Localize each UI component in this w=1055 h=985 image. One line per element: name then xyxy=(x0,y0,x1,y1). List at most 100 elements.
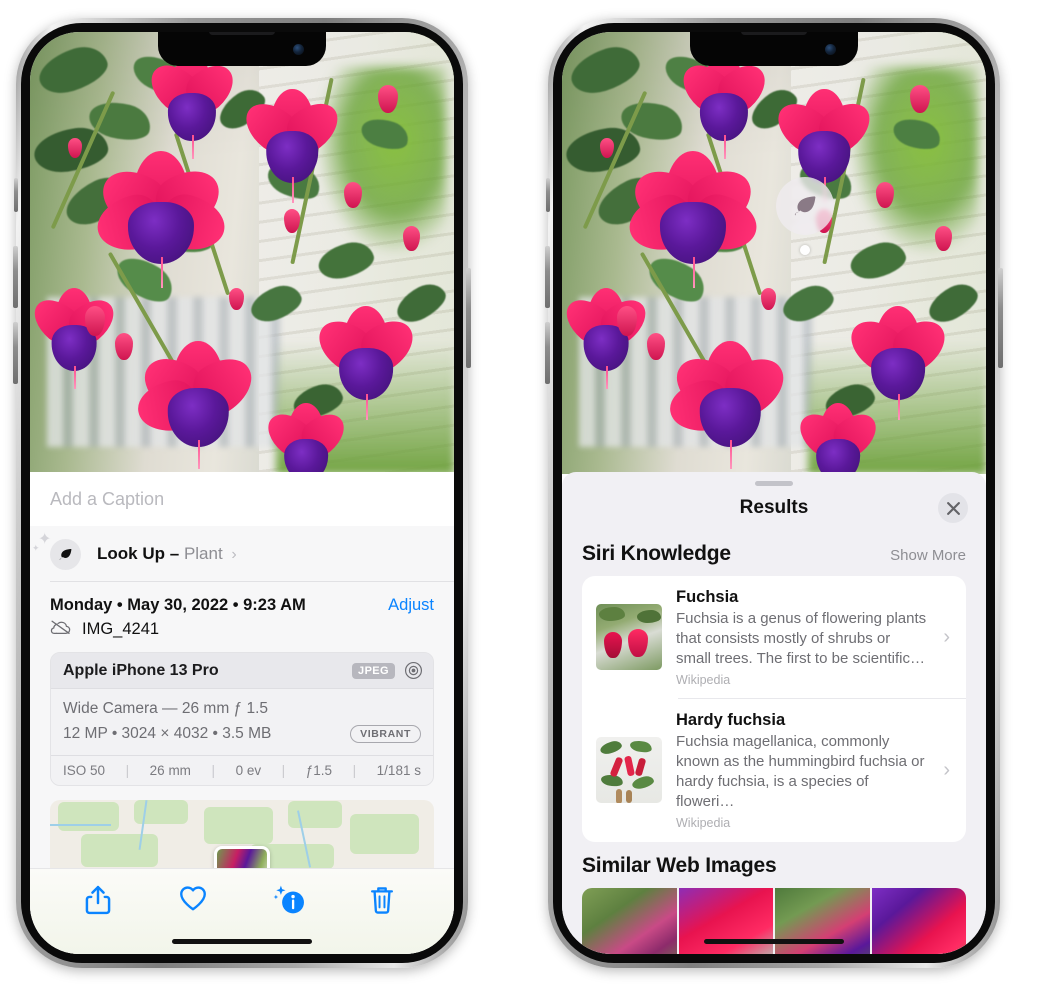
home-indicator[interactable] xyxy=(704,939,844,944)
knowledge-description: Fuchsia magellanica, commonly known as t… xyxy=(676,732,925,810)
results-sheet: Results Siri Knowledge Show More Fuchsia… xyxy=(562,472,986,954)
exif-aperture: ƒ1.5 xyxy=(305,762,333,778)
web-image-4[interactable] xyxy=(871,887,966,954)
look-up-title: Look Up xyxy=(97,544,165,563)
knowledge-source: Wikipedia xyxy=(676,672,731,687)
photo-fuchsia-flower xyxy=(91,151,231,289)
map-region xyxy=(349,813,419,855)
chevron-right-icon: › xyxy=(943,758,950,781)
trash-icon[interactable] xyxy=(368,884,402,918)
exif-focal-length: 26 mm xyxy=(149,762,191,778)
knowledge-item[interactable]: Fuchsia Fuchsia is a genus of flowering … xyxy=(582,576,966,699)
exif-divider: | xyxy=(281,762,286,778)
siri-knowledge-header: Siri Knowledge Show More xyxy=(562,530,986,576)
exif-iso: ISO 50 xyxy=(63,762,106,778)
exif-body: Wide Camera — 26 mm ƒ 1.5 12 MP • 3024 ×… xyxy=(51,689,433,755)
share-icon[interactable] xyxy=(83,884,117,918)
map-region xyxy=(80,834,158,868)
web-image-1[interactable] xyxy=(582,887,677,954)
knowledge-thumbnail xyxy=(596,604,662,671)
photo-fuchsia-flower xyxy=(666,341,795,470)
close-icon[interactable] xyxy=(938,493,968,523)
phone-right-screen: Results Siri Knowledge Show More Fuchsia… xyxy=(562,32,986,954)
knowledge-title: Hardy fuchsia xyxy=(676,710,786,729)
power-button[interactable] xyxy=(998,268,1003,368)
cloud-slash-icon xyxy=(50,619,72,640)
photo-fuchsia-flower xyxy=(134,341,263,470)
exif-shutter-speed: 1/181 s xyxy=(376,762,421,778)
home-indicator[interactable] xyxy=(172,939,312,944)
info-sparkle-icon[interactable] xyxy=(273,884,307,918)
date-row: Monday • May 30, 2022 • 9:23 AM Adjust xyxy=(30,582,454,619)
knowledge-body: Hardy fuchsia Fuchsia magellanica, commo… xyxy=(676,711,929,830)
photo-fuchsia-flower xyxy=(623,151,763,289)
caption-field[interactable]: Add a Caption xyxy=(30,472,454,526)
heart-icon[interactable] xyxy=(178,884,212,918)
earpiece-speaker-icon xyxy=(741,32,807,35)
photo-fuchsia-flower xyxy=(30,288,123,389)
show-more-button[interactable]: Show More xyxy=(890,547,966,564)
similar-web-images-strip[interactable] xyxy=(582,887,966,954)
photo-fuchsia-flower xyxy=(309,306,423,421)
knowledge-body: Fuchsia Fuchsia is a genus of flowering … xyxy=(676,588,929,687)
pin-anchor-dot xyxy=(800,245,810,255)
visual-look-up-pin[interactable] xyxy=(776,177,834,255)
sheet-header: Results xyxy=(562,486,986,530)
exif-stats-row: ISO 50 | 26 mm | 0 ev | ƒ1.5 | 1/181 s xyxy=(51,754,433,785)
caption-placeholder: Add a Caption xyxy=(50,488,165,509)
volume-down-button[interactable] xyxy=(13,322,18,384)
knowledge-item[interactable]: Hardy fuchsia Fuchsia magellanica, commo… xyxy=(582,699,966,842)
exif-divider: | xyxy=(352,762,357,778)
image-size-info: 12 MP • 3024 × 4032 • 3.5 MB xyxy=(63,724,272,742)
look-up-separator: – xyxy=(169,544,180,563)
volume-up-button[interactable] xyxy=(13,246,18,308)
photo-viewer[interactable] xyxy=(30,32,454,474)
aperture-icon xyxy=(404,661,423,680)
screenshot-stage: Add a Caption ✦ ✦ Look Up – Plant › Mond… xyxy=(0,0,1055,985)
front-camera-icon xyxy=(293,44,304,55)
knowledge-thumbnail xyxy=(596,737,662,804)
exif-divider: | xyxy=(125,762,130,778)
sparkle-icon: ✦ xyxy=(38,530,52,548)
look-up-row[interactable]: ✦ ✦ Look Up – Plant › xyxy=(30,526,454,582)
volume-up-button[interactable] xyxy=(545,246,550,308)
exif-exposure-value: 0 ev xyxy=(235,762,262,778)
section-title: Siri Knowledge xyxy=(582,542,731,565)
notch xyxy=(158,32,326,66)
earpiece-speaker-icon xyxy=(209,32,275,35)
mute-switch[interactable] xyxy=(14,178,18,212)
lens-info: Wide Camera — 26 mm ƒ 1.5 xyxy=(63,700,269,717)
phone-left-screen: Add a Caption ✦ ✦ Look Up – Plant › Mond… xyxy=(30,32,454,954)
photo-info-panel: Add a Caption ✦ ✦ Look Up – Plant › Mond… xyxy=(30,472,454,954)
photo-fuchsia-flower xyxy=(792,403,885,474)
photo-fuchsia-flower xyxy=(141,54,242,159)
map-region xyxy=(57,802,120,832)
front-camera-icon xyxy=(825,44,836,55)
leaf-icon: ✦ ✦ xyxy=(32,531,81,570)
photo-fuchsia-flower xyxy=(562,288,655,389)
siri-knowledge-card: Fuchsia Fuchsia is a genus of flowering … xyxy=(582,576,966,842)
power-button[interactable] xyxy=(466,268,471,368)
file-name: IMG_4241 xyxy=(82,620,160,638)
exif-card[interactable]: Apple iPhone 13 Pro JPEG Wide Camera — 2… xyxy=(50,652,434,786)
volume-down-button[interactable] xyxy=(545,322,550,384)
web-image-2[interactable] xyxy=(678,887,773,954)
web-image-3[interactable] xyxy=(775,887,870,954)
photographic-style-badge: VIBRANT xyxy=(350,725,421,744)
notch xyxy=(690,32,858,66)
photo-viewer[interactable] xyxy=(562,32,986,474)
photo-bud xyxy=(114,332,133,360)
sparkle-icon: ✦ xyxy=(32,542,40,553)
map-region xyxy=(203,806,273,845)
photo-fuchsia-flower xyxy=(236,89,348,204)
file-row: IMG_4241 xyxy=(30,619,454,652)
mute-switch[interactable] xyxy=(546,178,550,212)
chevron-right-icon: › xyxy=(231,546,237,563)
location-map-card[interactable] xyxy=(50,799,434,872)
photo-fuchsia-flower xyxy=(768,89,880,204)
adjust-button[interactable]: Adjust xyxy=(388,596,434,615)
knowledge-title: Fuchsia xyxy=(676,588,739,606)
exif-header: Apple iPhone 13 Pro JPEG xyxy=(51,653,433,689)
map-waterway xyxy=(50,824,112,827)
knowledge-source: Wikipedia xyxy=(676,815,731,830)
